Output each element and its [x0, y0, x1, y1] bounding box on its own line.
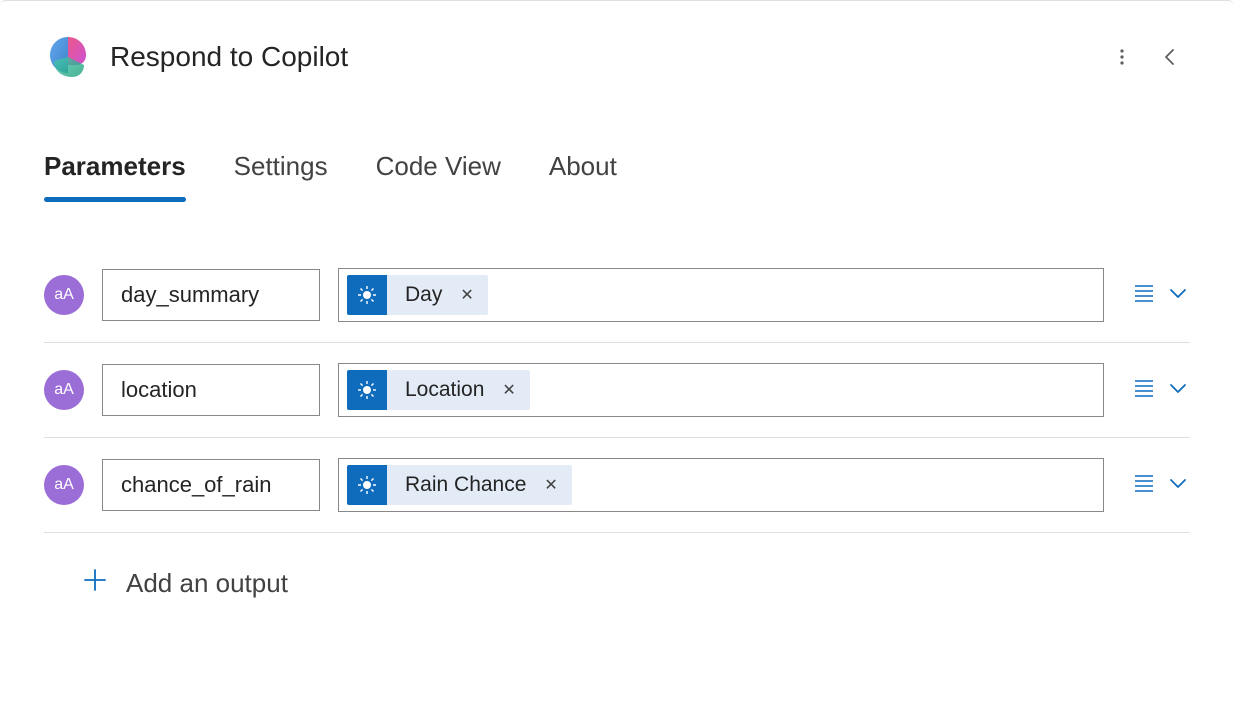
- parameter-row: aA chance_of_rain Rain Chance ✕: [44, 438, 1190, 533]
- tab-codeview[interactable]: Code View: [376, 151, 501, 198]
- parameters-list: aA day_summary Day ✕: [0, 198, 1234, 600]
- token-label: Location: [387, 378, 498, 402]
- plus-icon: [82, 567, 108, 600]
- row-actions: [1122, 281, 1190, 310]
- chevron-left-icon: [1160, 47, 1180, 67]
- expand-row-button[interactable]: [1166, 376, 1190, 405]
- row-actions: [1122, 376, 1190, 405]
- add-output-label: Add an output: [126, 568, 288, 599]
- token-label: Rain Chance: [387, 473, 540, 497]
- parameter-name-input[interactable]: location: [102, 364, 320, 416]
- token-label: Day: [387, 283, 456, 307]
- panel-title: Respond to Copilot: [110, 41, 1084, 73]
- token-remove-button[interactable]: ✕: [456, 285, 487, 305]
- parameter-value-input[interactable]: Day ✕: [338, 268, 1104, 322]
- row-actions: [1122, 471, 1190, 500]
- parameter-name-input[interactable]: chance_of_rain: [102, 459, 320, 511]
- parameter-value-input[interactable]: Location ✕: [338, 363, 1104, 417]
- text-type-badge-icon: aA: [44, 370, 84, 410]
- text-type-badge-icon: aA: [44, 275, 84, 315]
- dynamic-content-token[interactable]: Location ✕: [347, 370, 530, 410]
- sun-icon: [347, 465, 387, 505]
- expand-row-button[interactable]: [1166, 471, 1190, 500]
- copilot-logo-icon: [44, 33, 92, 81]
- switch-mode-button[interactable]: [1132, 471, 1156, 500]
- collapse-panel-button[interactable]: [1150, 37, 1190, 77]
- tabs: Parameters Settings Code View About: [0, 91, 1234, 198]
- dynamic-content-token[interactable]: Rain Chance ✕: [347, 465, 572, 505]
- vertical-dots-icon: [1112, 47, 1132, 67]
- tab-parameters[interactable]: Parameters: [44, 151, 186, 198]
- token-remove-button[interactable]: ✕: [540, 475, 571, 495]
- token-remove-button[interactable]: ✕: [498, 380, 529, 400]
- tab-about[interactable]: About: [549, 151, 617, 198]
- header-actions: [1102, 37, 1190, 77]
- switch-mode-button[interactable]: [1132, 376, 1156, 405]
- parameter-name-input[interactable]: day_summary: [102, 269, 320, 321]
- switch-mode-button[interactable]: [1132, 281, 1156, 310]
- more-options-button[interactable]: [1102, 37, 1142, 77]
- parameter-value-input[interactable]: Rain Chance ✕: [338, 458, 1104, 512]
- panel-header: Respond to Copilot: [0, 1, 1234, 91]
- expand-row-button[interactable]: [1166, 281, 1190, 310]
- sun-icon: [347, 275, 387, 315]
- parameter-row: aA location Location ✕: [44, 343, 1190, 438]
- tab-settings[interactable]: Settings: [234, 151, 328, 198]
- parameter-row: aA day_summary Day ✕: [44, 248, 1190, 343]
- text-type-badge-icon: aA: [44, 465, 84, 505]
- add-output-button[interactable]: Add an output: [44, 533, 1190, 600]
- sun-icon: [347, 370, 387, 410]
- respond-to-copilot-panel: Respond to Copilot Parameters Settings C…: [0, 0, 1234, 708]
- dynamic-content-token[interactable]: Day ✕: [347, 275, 488, 315]
